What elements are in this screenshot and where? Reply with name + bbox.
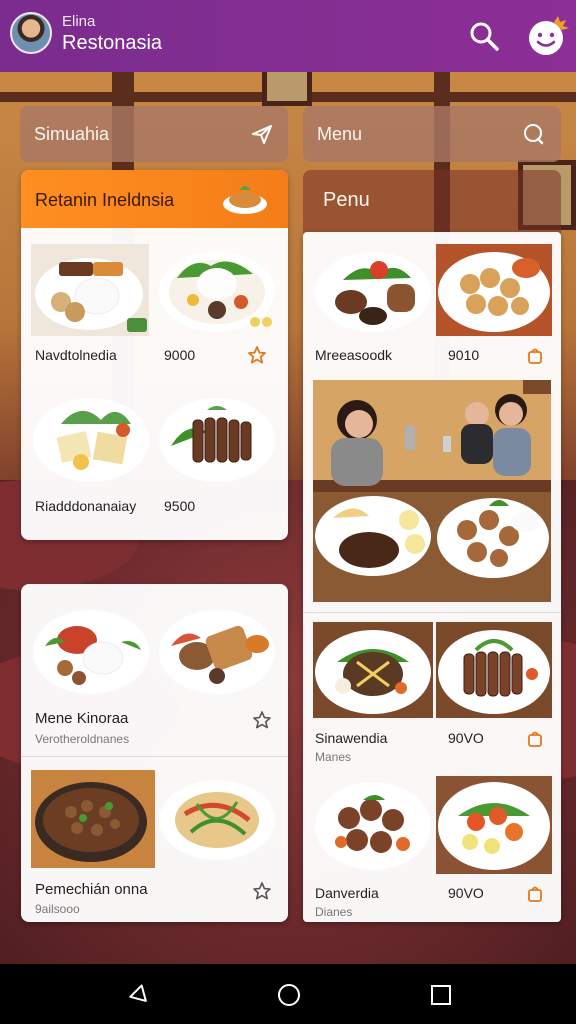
menu-item-subtitle: Manes (315, 750, 352, 764)
menu-item-price: 9010 (448, 347, 480, 363)
menu-item-subtitle: Dianes (315, 905, 353, 919)
star-icon[interactable] (247, 345, 267, 365)
bag-icon[interactable] (525, 346, 545, 366)
dish-item-label: Mene Kinoraa (35, 710, 129, 727)
search-button[interactable] (466, 18, 502, 54)
featured-item-price: 9500 (164, 498, 196, 514)
search-bar-right[interactable]: Menu (303, 106, 561, 162)
dish-image (159, 252, 275, 332)
dish-image (313, 622, 433, 718)
recents-icon[interactable] (428, 982, 454, 1008)
menu-list-card[interactable]: Mreeasoodk 9010 Sinawendia Manes 90VO Da… (303, 232, 561, 922)
food-bowl-icon (223, 186, 267, 214)
bag-icon[interactable] (525, 884, 545, 904)
dish-item-label: Pemechián onna (35, 881, 148, 898)
dish-image (31, 244, 149, 336)
dish-image (33, 398, 149, 482)
home-icon[interactable] (276, 982, 302, 1008)
menu-item-label: Sinawendia (315, 730, 388, 746)
plane-icon[interactable] (250, 122, 274, 146)
menu-item-label: Mreeasoodk (315, 347, 393, 363)
dish-image (33, 610, 149, 694)
featured-item-label: Navdtolnedia (35, 347, 117, 363)
search-bar-right-label: Menu (317, 124, 363, 144)
chat-icon[interactable] (521, 122, 545, 146)
system-nav-bar (0, 964, 576, 1024)
dish-image (315, 782, 431, 870)
star-icon[interactable] (252, 710, 272, 730)
search-bar-left[interactable]: Simuahia (20, 106, 288, 162)
dish-image (159, 398, 275, 482)
menu-item-price: 90VO (448, 885, 484, 901)
dish-image (436, 244, 552, 336)
smile-brand-icon (529, 16, 569, 55)
dish-item-subtitle: Verotheroldnanes (35, 732, 130, 746)
user-name: Elina (62, 13, 96, 30)
menu-item-label: Danverdia (315, 885, 379, 901)
menu-panel-title: Penu (323, 189, 370, 211)
divider (303, 612, 561, 613)
dish-image (31, 770, 155, 868)
dish-image (436, 776, 552, 874)
dish-list-card[interactable]: Mene Kinoraa Verotheroldnanes Pemechián … (21, 584, 288, 922)
dish-item-subtitle: 9ailsooo (35, 902, 80, 916)
menu-item-price: 90VO (448, 730, 484, 746)
back-icon[interactable] (124, 982, 150, 1008)
star-icon[interactable] (252, 881, 272, 901)
app-title: Restonasia (62, 32, 163, 54)
dish-image (159, 780, 275, 860)
featured-card[interactable]: Retanin Ineldnsia Navdtolnedia 9000 Riad… (21, 170, 288, 540)
dish-image (315, 252, 431, 332)
featured-item-label: Riadddonanaiay (35, 498, 137, 514)
search-icon (470, 22, 499, 51)
divider (21, 756, 288, 757)
brand-button[interactable] (526, 14, 570, 58)
dish-image (436, 622, 552, 718)
diners-photo (313, 380, 551, 602)
featured-item-price: 9000 (164, 347, 196, 363)
featured-card-header: Retanin Ineldnsia (21, 170, 288, 228)
featured-card-title: Retanin Ineldnsia (35, 190, 175, 210)
avatar[interactable] (10, 12, 52, 54)
search-bar-left-label: Simuahia (34, 124, 110, 144)
app-bar: Elina Restonasia (0, 0, 576, 72)
bag-icon[interactable] (525, 729, 545, 749)
dish-image (159, 610, 275, 694)
